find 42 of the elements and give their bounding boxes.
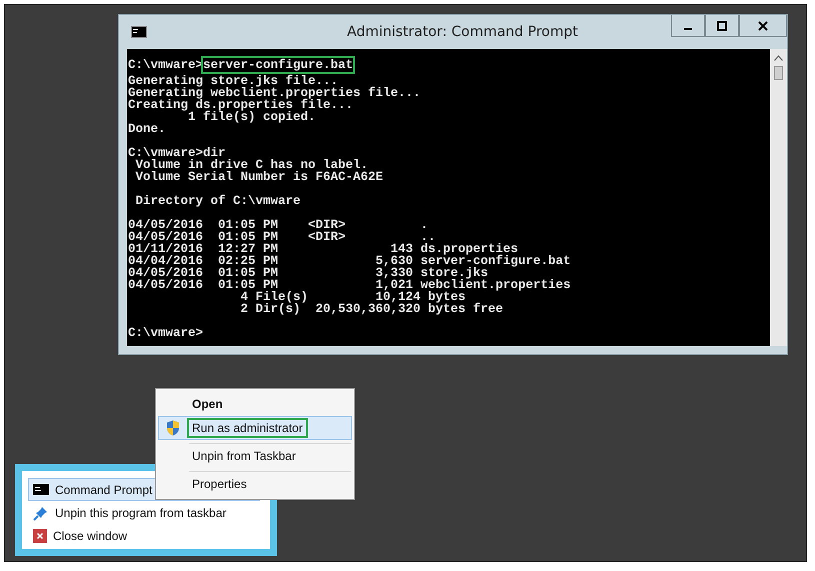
menu-item-label: Unpin from Taskbar — [191, 448, 297, 465]
jump-list-item[interactable]: Unpin this program from taskbar — [28, 501, 260, 524]
close-icon — [758, 20, 768, 30]
console-icon — [33, 484, 49, 495]
minimize-icon — [684, 28, 692, 30]
console-line: 1 file(s) copied. — [188, 111, 317, 123]
console-line: 04/05/2016 01:05 PM 3,330 store.jks — [128, 267, 488, 279]
close-button[interactable] — [739, 15, 787, 37]
window-title: Administrator: Command Prompt — [347, 24, 578, 40]
console-command: server-configure.bat — [203, 58, 354, 72]
maximize-icon — [717, 20, 727, 30]
console-line: Volume Serial Number is F6AC-A62E — [134, 171, 384, 183]
scrollbar[interactable] — [770, 49, 787, 346]
close-icon — [33, 528, 47, 542]
shield-icon — [166, 420, 180, 436]
maximize-button[interactable] — [705, 15, 739, 37]
minimize-button[interactable] — [671, 15, 705, 37]
console-line: Directory of C:\vmware — [134, 193, 302, 207]
console-prompt: C:\vmware> — [128, 58, 204, 72]
console-line: Creating ds.properties file... — [128, 99, 354, 111]
console-line: 04/05/2016 01:05 PM <DIR> . — [128, 217, 430, 231]
console-line: Generating store.jks file... — [128, 75, 338, 87]
menu-item[interactable]: Open — [158, 392, 352, 416]
menu-item-label: Run as administrator — [187, 418, 308, 438]
menu-item-label: Open — [191, 396, 224, 413]
jump-list-item[interactable]: Close window — [28, 524, 260, 547]
console-line: 04/04/2016 02:25 PM 5,630 server-configure.bat — [128, 255, 572, 267]
console-line: 04/05/2016 01:05 PM <DIR> .. — [128, 231, 436, 243]
console-line: C:\vmware> — [128, 325, 204, 339]
console-icon — [131, 26, 147, 38]
console-line: 04/05/2016 01:05 PM 1,021 webclient.properties — [128, 279, 572, 291]
console-line: C:\vmware>dir — [128, 145, 226, 159]
menu-item-label: Properties — [191, 476, 248, 493]
console-line: Done. — [128, 123, 167, 135]
pushpin-icon — [33, 504, 49, 520]
console-line: Volume in drive C has no label. — [134, 159, 368, 171]
console-line: 4 File(s) 10,124 bytes — [240, 291, 466, 303]
menu-item[interactable]: Run as administrator — [158, 416, 352, 440]
scrollbar-thumb[interactable] — [774, 66, 783, 80]
console-line: 01/11/2016 12:27 PM 143 ds.properties — [128, 243, 518, 255]
console-line: 2 Dir(s) 20,530,360,320 bytes free — [240, 303, 504, 315]
console-line: Generating webclient.properties file... — [128, 87, 422, 99]
